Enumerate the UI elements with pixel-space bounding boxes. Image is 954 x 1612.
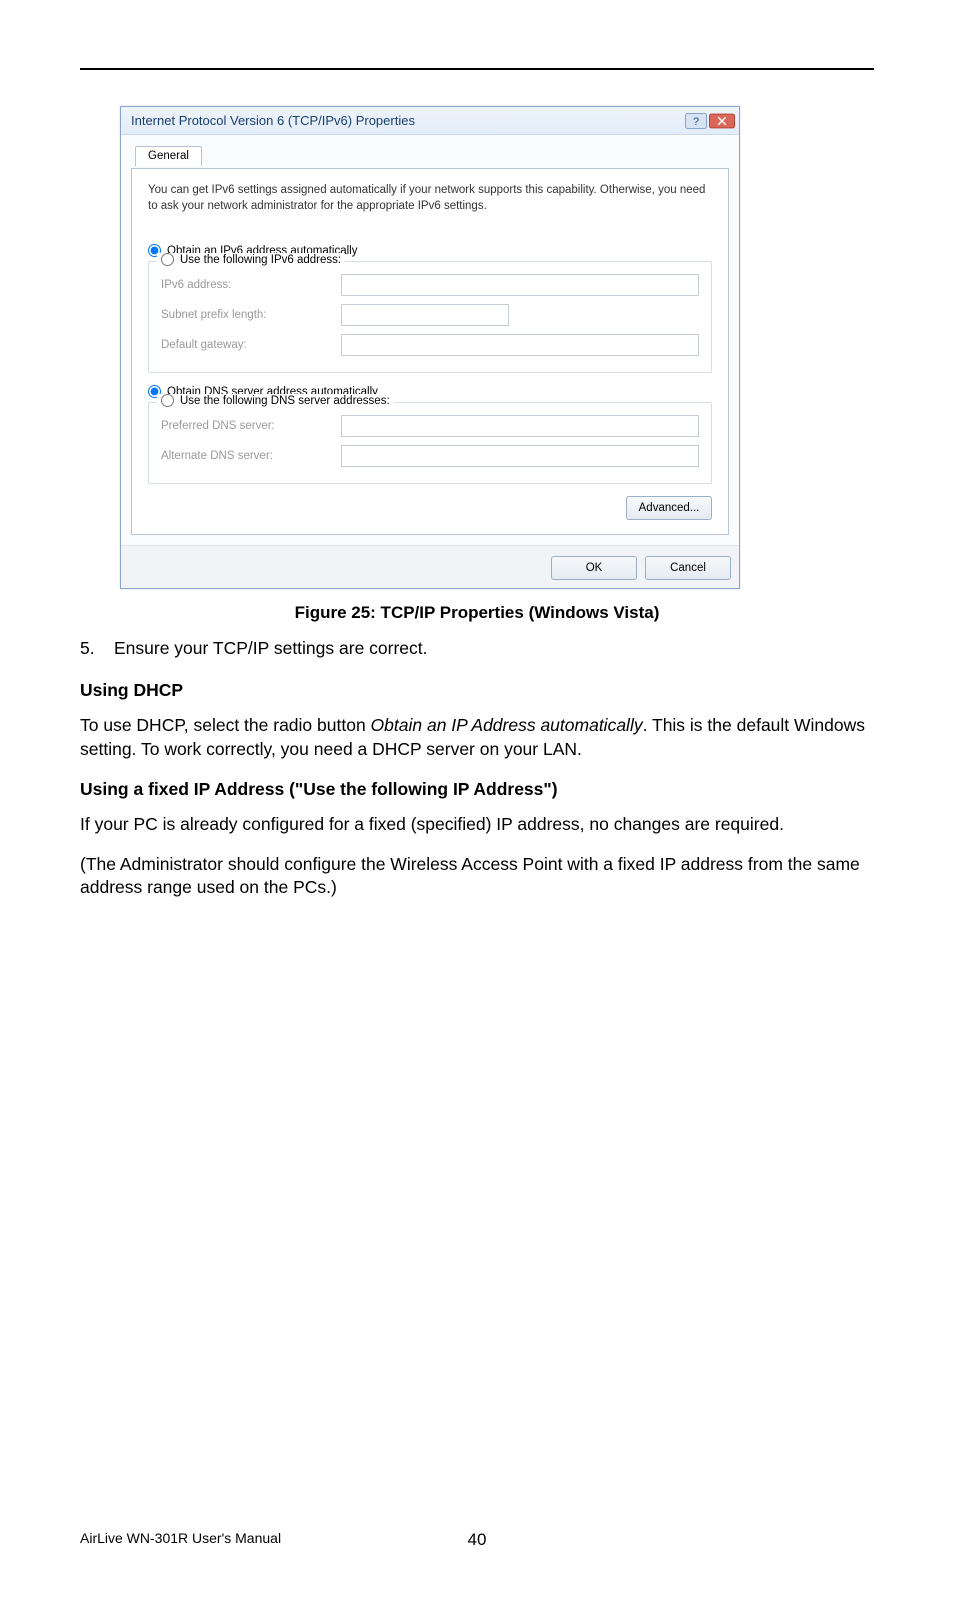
step-5-text: Ensure your TCP/IP settings are correct. — [114, 637, 428, 661]
intro-text: You can get IPv6 settings assigned autom… — [148, 183, 712, 214]
radio-ip-manual-input[interactable] — [161, 253, 174, 266]
radio-dns-manual-label: Use the following DNS server addresses: — [180, 395, 390, 407]
figure-caption: Figure 25: TCP/IP Properties (Windows Vi… — [80, 603, 874, 623]
tab-strip: General — [131, 143, 729, 169]
input-alt-dns[interactable] — [341, 445, 699, 467]
label-pref-dns: Preferred DNS server: — [161, 420, 341, 432]
radio-dns-manual[interactable]: Use the following DNS server addresses: — [157, 394, 394, 407]
label-prefix: Subnet prefix length: — [161, 309, 341, 321]
footer-manual-title: AirLive WN-301R User's Manual — [80, 1530, 281, 1546]
dialog-body: General You can get IPv6 settings assign… — [121, 135, 739, 545]
close-icon[interactable] — [709, 112, 735, 130]
cancel-button[interactable]: Cancel — [645, 556, 731, 580]
window-title: Internet Protocol Version 6 (TCP/IPv6) P… — [131, 113, 415, 128]
heading-fixed: Using a fixed IP Address ("Use the follo… — [80, 778, 874, 802]
help-icon[interactable]: ? — [683, 112, 709, 130]
label-alt-dns: Alternate DNS server: — [161, 450, 341, 462]
dialog-footer: OK Cancel — [121, 545, 739, 588]
titlebar-buttons: ? — [683, 112, 735, 130]
input-pref-dns[interactable] — [341, 415, 699, 437]
heading-dhcp: Using DHCP — [80, 679, 874, 703]
input-prefix[interactable] — [341, 304, 509, 326]
tab-panel: You can get IPv6 settings assigned autom… — [131, 168, 729, 535]
para-admin: (The Administrator should configure the … — [80, 853, 874, 900]
radio-ip-manual[interactable]: Use the following IPv6 address: — [157, 253, 345, 266]
dialog-window: Internet Protocol Version 6 (TCP/IPv6) P… — [120, 106, 740, 589]
para-dhcp-italic: Obtain an IP Address automatically — [371, 715, 643, 735]
input-ipv6-address[interactable] — [341, 274, 699, 296]
page-number: 40 — [468, 1530, 487, 1550]
label-ipv6-address: IPv6 address: — [161, 279, 341, 291]
para-dhcp: To use DHCP, select the radio button Obt… — [80, 714, 874, 761]
fieldset-dns: Use the following DNS server addresses: … — [148, 402, 712, 484]
ok-button[interactable]: OK — [551, 556, 637, 580]
page-content: 5. Ensure your TCP/IP settings are corre… — [80, 637, 874, 900]
advanced-button[interactable]: Advanced... — [626, 496, 712, 520]
radio-ip-manual-label: Use the following IPv6 address: — [180, 254, 341, 266]
para-fixed: If your PC is already configured for a f… — [80, 813, 874, 837]
svg-text:?: ? — [693, 116, 699, 128]
titlebar: Internet Protocol Version 6 (TCP/IPv6) P… — [121, 107, 739, 135]
label-gateway: Default gateway: — [161, 339, 341, 351]
step-5-number: 5. — [80, 637, 114, 661]
step-5: 5. Ensure your TCP/IP settings are corre… — [80, 637, 874, 661]
dialog-screenshot: Internet Protocol Version 6 (TCP/IPv6) P… — [120, 106, 834, 589]
radio-dns-manual-input[interactable] — [161, 394, 174, 407]
page-footer: AirLive WN-301R User's Manual 40 — [80, 1530, 874, 1546]
para-dhcp-a: To use DHCP, select the radio button — [80, 715, 371, 735]
advanced-row: Advanced... — [148, 496, 712, 520]
input-gateway[interactable] — [341, 334, 699, 356]
header-rule — [80, 68, 874, 70]
fieldset-ip: Use the following IPv6 address: IPv6 add… — [148, 261, 712, 373]
tab-general[interactable]: General — [135, 146, 202, 166]
